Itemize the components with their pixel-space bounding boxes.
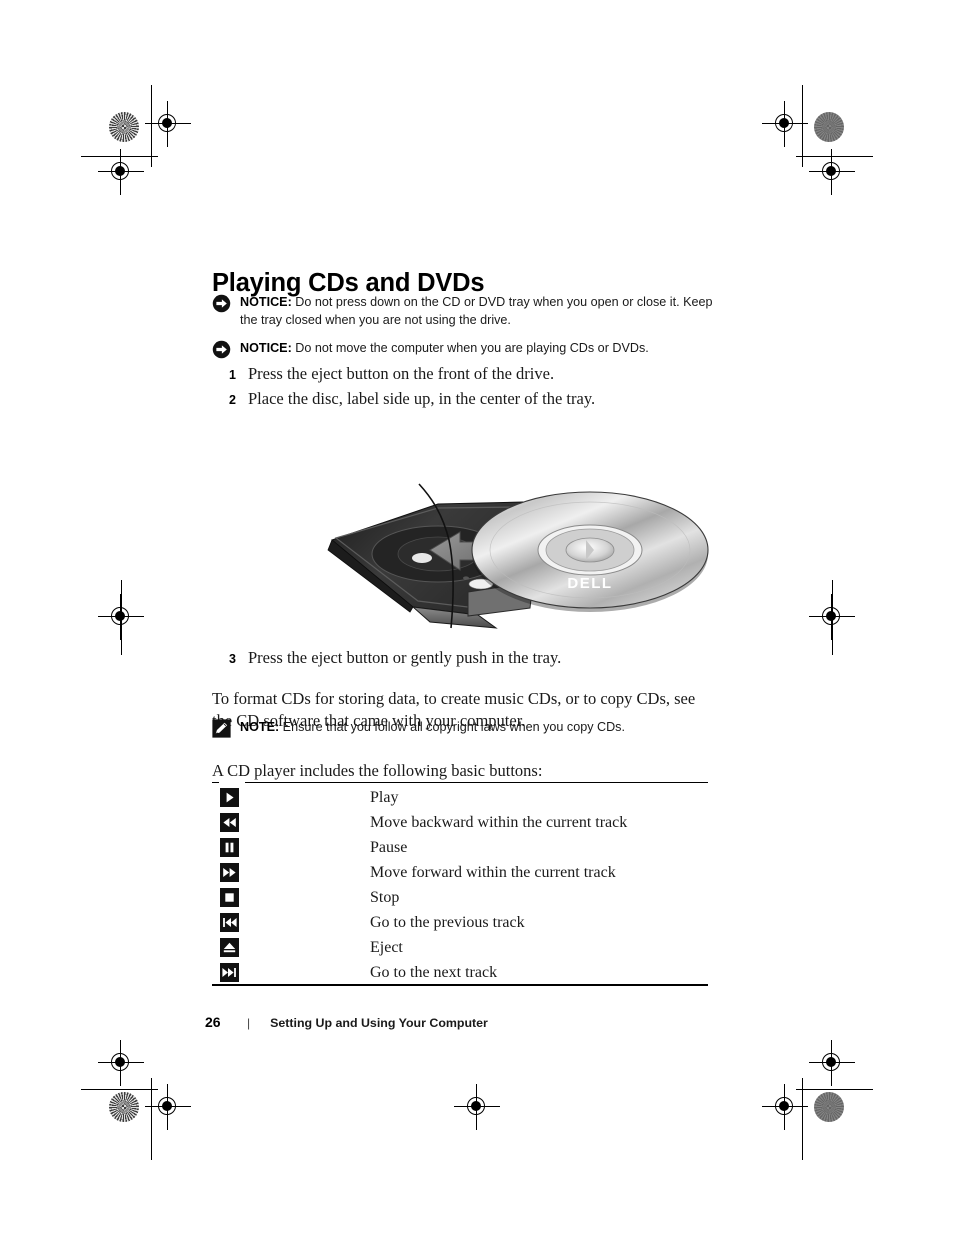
previous-track-icon: [220, 913, 239, 932]
step-text-3: Press the eject button or gently push in…: [248, 648, 562, 667]
eject-icon: [220, 938, 239, 957]
notice-arrow-icon: [212, 340, 231, 359]
step-item-3: 3 Press the eject button or gently push …: [212, 648, 561, 668]
notice-text-2: NOTICE: Do not move the computer when yo…: [240, 340, 649, 358]
note-text: NOTE: Ensure that you follow all copyrig…: [240, 719, 625, 737]
notice-block-2: NOTICE: Do not move the computer when yo…: [212, 340, 716, 359]
play-icon: [220, 788, 239, 807]
table-row: Stop: [212, 885, 708, 910]
paragraph-buttons-intro: A CD player includes the following basic…: [212, 760, 543, 780]
table-cell-description: Go to the next track: [370, 963, 498, 981]
table-cell-description: Move forward within the current track: [370, 863, 616, 881]
next-track-icon: [220, 963, 239, 982]
step-text-2: Place the disc, label side up, in the ce…: [248, 389, 596, 408]
table-cell-description: Go to the previous track: [370, 913, 525, 931]
table-row: Move backward within the current track: [212, 810, 708, 835]
table-cell-description: Eject: [370, 938, 403, 956]
notice-text-1: NOTICE: Do not press down on the CD or D…: [240, 294, 716, 329]
footer-page-number: 26: [205, 1014, 221, 1030]
table-row: Move forward within the current track: [212, 860, 708, 885]
disc-brand-label: DELL: [567, 575, 612, 592]
page-footer: 26 | Setting Up and Using Your Computer: [205, 1014, 488, 1030]
notice-arrow-icon: [212, 294, 231, 313]
table-row: Eject: [212, 935, 708, 960]
table-row: Go to the next track: [212, 960, 708, 985]
pause-icon: [220, 838, 239, 857]
rewind-icon: [220, 813, 239, 832]
step-item-2: 2 Place the disc, label side up, in the …: [212, 389, 595, 409]
note-pencil-icon: [212, 719, 231, 738]
footer-separator: |: [247, 1016, 251, 1030]
step-number-1: 1: [229, 368, 236, 382]
table-row: Go to the previous track: [212, 910, 708, 935]
note-body: Ensure that you follow all copyright law…: [279, 720, 625, 734]
notice-label-2: NOTICE:: [240, 341, 292, 355]
table-cell-description: Play: [370, 788, 399, 806]
table-row: Pause: [212, 835, 708, 860]
page-content: Playing CDs and DVDs NOTICE: Do not pres…: [0, 0, 954, 1235]
table-top-rule: [245, 782, 708, 783]
table-cell-description: Stop: [370, 888, 400, 906]
table-left-tick: [212, 782, 219, 783]
note-label: NOTE:: [240, 720, 280, 734]
table-row: Play: [212, 785, 708, 810]
footer-section-title: Setting Up and Using Your Computer: [270, 1016, 488, 1030]
note-block: NOTE: Ensure that you follow all copyrig…: [212, 719, 716, 738]
table-cell-description: Move backward within the current track: [370, 813, 628, 831]
step-text-1: Press the eject button on the front of t…: [248, 364, 555, 383]
step-item-1: 1 Press the eject button on the front of…: [212, 364, 554, 384]
step-number-3: 3: [229, 652, 236, 666]
notice-body-1: Do not press down on the CD or DVD tray …: [240, 295, 713, 327]
table-bottom-rule: [212, 984, 708, 986]
stop-icon: [220, 888, 239, 907]
notice-block-1: NOTICE: Do not press down on the CD or D…: [212, 294, 716, 329]
notice-body-2: Do not move the computer when you are pl…: [291, 341, 649, 355]
notice-label-1: NOTICE:: [240, 295, 292, 309]
step-number-2: 2: [229, 393, 236, 407]
figure-optical-drive-tray: DELL: [318, 432, 713, 637]
fast-forward-icon: [220, 863, 239, 882]
table-cell-description: Pause: [370, 838, 408, 856]
